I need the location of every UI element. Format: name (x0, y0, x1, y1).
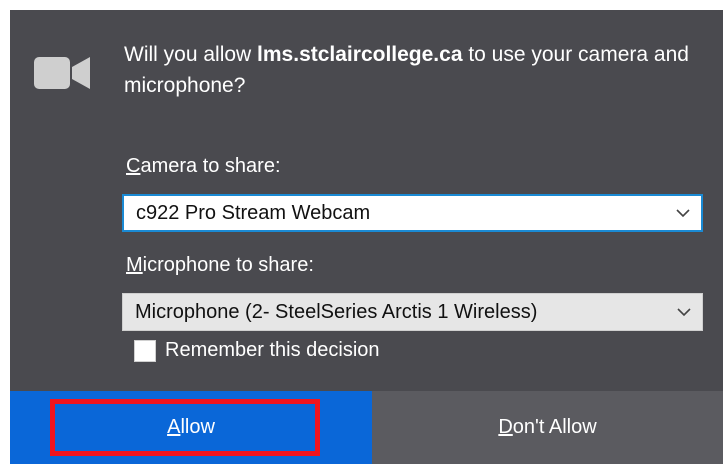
allow-button[interactable]: Allow (10, 391, 372, 464)
camera-icon (34, 57, 90, 89)
microphone-label-accesskey: M (126, 254, 143, 276)
remember-label: Remember this decision (165, 339, 380, 361)
chevron-down-icon (665, 208, 701, 218)
chevron-down-icon (666, 307, 702, 317)
camera-label-text: amera to share: (140, 155, 281, 177)
dont-allow-accesskey: D (498, 416, 513, 438)
microphone-select-value: Microphone (2- SteelSeries Arctis 1 Wire… (135, 300, 538, 323)
camera-label-accesskey: C (126, 155, 141, 177)
page-background-strip (0, 0, 723, 10)
action-buttons: Allow Don't Allow (10, 391, 723, 464)
site-host: lms.stclaircollege.ca (257, 43, 463, 66)
dont-allow-button[interactable]: Don't Allow (372, 391, 723, 464)
permission-message: Will you allow lms.stclaircollege.ca to … (124, 39, 704, 101)
remember-checkbox[interactable] (134, 339, 156, 362)
dont-allow-label-text: on't Allow (512, 416, 597, 438)
permission-prompt: Will you allow lms.stclaircollege.ca to … (10, 10, 723, 464)
highlight-box (50, 399, 320, 456)
camera-select[interactable]: c922 Pro Stream Webcam (122, 194, 703, 232)
camera-label: Camera to share: (126, 155, 281, 178)
message-prefix: Will you allow (124, 43, 258, 66)
dont-allow-label: Don't Allow (498, 416, 596, 439)
microphone-label-text: icrophone to share: (142, 254, 314, 276)
remember-decision[interactable]: Remember this decision (134, 339, 380, 362)
microphone-select[interactable]: Microphone (2- SteelSeries Arctis 1 Wire… (122, 293, 703, 331)
camera-select-value: c922 Pro Stream Webcam (136, 201, 371, 224)
microphone-label: Microphone to share: (126, 254, 314, 277)
